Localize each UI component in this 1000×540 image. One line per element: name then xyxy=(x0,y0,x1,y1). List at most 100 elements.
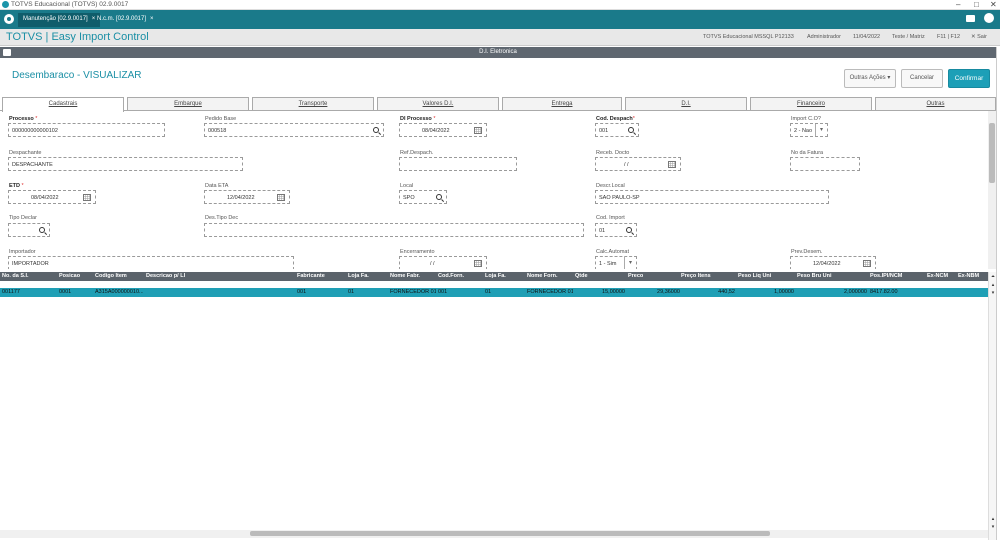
calendar-icon[interactable] xyxy=(277,194,285,201)
tab-entrega[interactable]: Entrega xyxy=(502,97,622,110)
calendar-icon[interactable] xyxy=(668,161,676,168)
col-header[interactable]: Posicao xyxy=(59,272,93,281)
exit-link[interactable]: ✕ Sair xyxy=(971,34,987,40)
tipo-declar-field[interactable] xyxy=(8,223,50,237)
cod-despach-field[interactable]: 001 xyxy=(595,123,639,137)
tab-financeiro[interactable]: Financeiro xyxy=(750,97,872,110)
cod-import-field[interactable]: 01 xyxy=(595,223,637,237)
dialog-title-bar: D.I. Eletronica xyxy=(0,47,996,58)
tab-di[interactable]: D.I. xyxy=(625,97,747,110)
tab-cadastrais[interactable]: Cadastrais xyxy=(2,97,124,112)
di-processo-field[interactable]: 08/04/2022 xyxy=(399,123,487,137)
app-tab-manutencao[interactable]: Manutenção [02.9.0017] × xyxy=(18,13,101,27)
scrollbar-thumb[interactable] xyxy=(989,123,995,183)
col-header[interactable]: Codigo Item xyxy=(95,272,143,281)
search-icon[interactable] xyxy=(373,127,379,133)
importador-field[interactable]: IMPORTADOR xyxy=(8,256,294,269)
no-fatura-field[interactable] xyxy=(790,157,860,171)
confirm-button[interactable]: Confirmar xyxy=(948,69,990,88)
col-header[interactable]: Preço Itens xyxy=(681,272,735,281)
calc-automat-select[interactable]: 1 - Sim ▾ xyxy=(595,256,637,269)
table-row[interactable]: 001177 0001 A315A000000010... 001 01 FOR… xyxy=(0,288,988,297)
prev-desem-field[interactable]: 12/04/2022 xyxy=(790,256,876,269)
col-header[interactable]: Qtde xyxy=(575,272,615,281)
col-header[interactable]: Cod.Forn. xyxy=(438,272,482,281)
col-header[interactable]: Ex-NCM xyxy=(927,272,955,281)
descr-local-field[interactable]: SAO PAULO-SP xyxy=(595,190,829,204)
col-header[interactable]: Peso Liq Uni xyxy=(738,272,794,281)
minimize-icon[interactable]: – xyxy=(956,0,960,9)
despachante-field[interactable]: DESPACHANTE xyxy=(8,157,243,171)
ref-despach-field[interactable] xyxy=(399,157,517,171)
col-header[interactable]: Nome Forn. xyxy=(527,272,573,281)
cell-nome-fabr: FORNECEDOR 01 xyxy=(390,289,436,295)
col-header[interactable]: Nome Fabr. xyxy=(390,272,436,281)
mail-icon[interactable] xyxy=(966,15,975,22)
close-icon[interactable]: ✕ xyxy=(990,0,997,9)
search-icon[interactable] xyxy=(39,227,45,233)
search-icon[interactable] xyxy=(628,127,634,133)
calendar-icon[interactable] xyxy=(474,127,482,134)
processo-field[interactable]: 000000000000102 xyxy=(8,123,165,137)
cell-ex-nbm xyxy=(958,288,986,297)
folder-tabs: Cadastrais Embarque Transporte Valores D… xyxy=(0,96,996,112)
cancel-button[interactable]: Cancelar xyxy=(901,69,943,88)
other-actions-button[interactable]: Outras Ações ▾ xyxy=(844,69,896,88)
local-field[interactable]: SPO xyxy=(399,190,447,204)
col-header[interactable]: Preco xyxy=(628,272,678,281)
maximize-icon[interactable]: □ xyxy=(974,0,979,9)
user-label: Administrador xyxy=(807,34,841,40)
etd-field[interactable]: 08/04/2022 xyxy=(8,190,96,204)
pedido-base-value: 000518 xyxy=(208,128,227,134)
app-tab-ncm[interactable]: N.c.m. [02.9.0017] × xyxy=(92,13,159,27)
app-tab-bar: Manutenção [02.9.0017] × N.c.m. [02.9.001… xyxy=(0,10,1000,29)
receb-docto-field[interactable]: / / xyxy=(595,157,681,171)
chevron-down-icon[interactable]: ▾ xyxy=(815,124,827,136)
local-label: Local xyxy=(400,183,414,189)
cell-peso-liq: 1,00000 xyxy=(774,289,794,295)
cell-codigo-item: A315A000000010... xyxy=(95,289,143,295)
col-header[interactable]: Peso Bru Uni xyxy=(797,272,867,281)
grid-scrollbar[interactable]: ⏶ ▴ ▾ ▴ ▾ xyxy=(988,272,996,540)
import-co-select[interactable]: 2 - Nao ▾ xyxy=(790,123,828,137)
chevron-down-icon[interactable]: ▾ xyxy=(624,257,636,269)
search-icon[interactable] xyxy=(436,194,442,200)
calendar-icon[interactable] xyxy=(83,194,91,201)
etd-value: 08/04/2022 xyxy=(31,195,59,201)
close-tab-icon[interactable]: × xyxy=(150,16,154,22)
col-header[interactable]: Loja Fa. xyxy=(485,272,525,281)
calc-automat-label: Calc.Automat xyxy=(596,249,630,255)
cell-fabricante: 001 xyxy=(297,289,307,295)
calendar-icon[interactable] xyxy=(474,260,482,267)
pedido-base-field[interactable]: 000518 xyxy=(204,123,384,137)
tab-outras[interactable]: Outras xyxy=(875,97,996,110)
encerramento-field[interactable]: / / xyxy=(399,256,487,269)
grid-horizontal-scrollbar[interactable] xyxy=(0,530,988,538)
col-header[interactable]: Descricao p/ LI xyxy=(146,272,296,281)
local-value: SPO xyxy=(403,195,415,201)
search-icon[interactable] xyxy=(626,227,632,233)
app-tab-label: Manutenção [02.9.0017] xyxy=(23,16,88,22)
home-icon[interactable] xyxy=(4,14,14,24)
col-header[interactable]: Ex-NBM xyxy=(958,272,986,281)
col-header[interactable]: Fabricante xyxy=(297,272,345,281)
calendar-icon[interactable] xyxy=(863,260,871,267)
scrollbar-thumb[interactable] xyxy=(250,531,770,536)
user-avatar[interactable] xyxy=(984,13,994,23)
tab-valores-di[interactable]: Valores D.I. xyxy=(377,97,499,110)
col-header[interactable]: Loja Fa. xyxy=(348,272,388,281)
function-keys-label: F11 | F12 xyxy=(937,34,961,40)
page-title: Desembaraco - VISUALIZAR xyxy=(12,70,142,81)
des-tipo-dec-field[interactable] xyxy=(204,223,584,237)
app-header: TOTVS | Easy Import Control TOTVS Educac… xyxy=(0,29,1000,46)
tab-transporte[interactable]: Transporte xyxy=(252,97,374,110)
receb-docto-value: / / xyxy=(624,162,629,168)
form-scrollbar[interactable] xyxy=(988,111,996,269)
branch-label: Teste / Matriz xyxy=(892,34,925,40)
tab-embarque[interactable]: Embarque xyxy=(127,97,249,110)
prev-desem-value: 12/04/2022 xyxy=(813,261,841,267)
prev-desem-label: Prev.Desem. xyxy=(791,249,823,255)
data-eta-field[interactable]: 12/04/2022 xyxy=(204,190,290,204)
col-header[interactable]: No. da S.I. xyxy=(2,272,58,281)
col-header[interactable]: Pos.IPI/NCM xyxy=(870,272,924,281)
